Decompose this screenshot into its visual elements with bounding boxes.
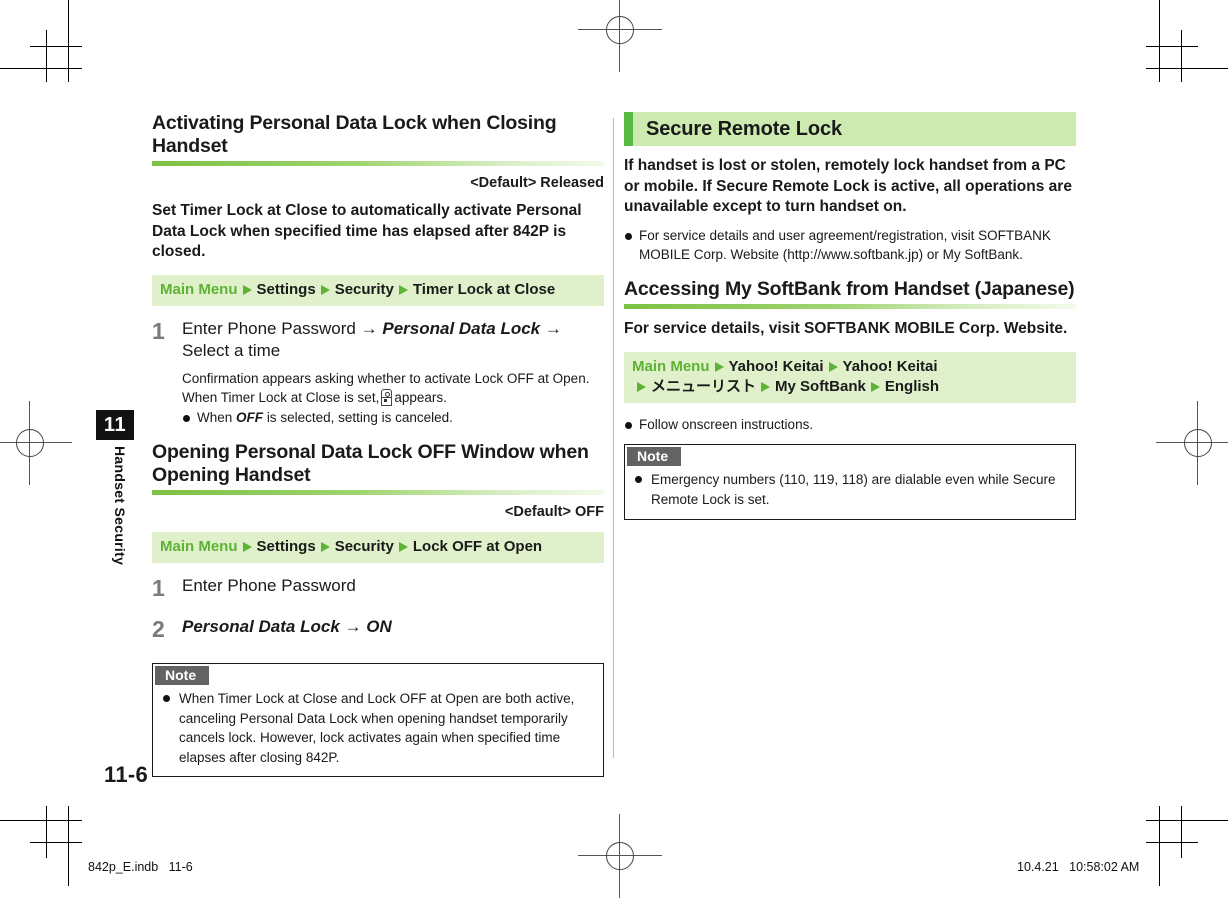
registration-mark-right <box>1156 401 1228 485</box>
section1-lead-text: Set Timer Lock at Close to automatically… <box>152 202 582 261</box>
arrow-icon: → <box>360 319 378 339</box>
step-text: Enter Phone Password → Personal Data Loc… <box>182 318 604 362</box>
left-column: Activating Personal Data Lock when Closi… <box>152 112 604 778</box>
manual-page: 11 Handset Security Activating Personal … <box>0 0 1228 898</box>
chevron-right-icon <box>398 284 408 295</box>
registration-mark-bottom <box>578 814 662 898</box>
step-text: Enter Phone Password <box>182 575 356 595</box>
step-number: 2 <box>152 615 165 642</box>
footer-file-slug: 842p_E.indb 11-6 <box>88 860 193 874</box>
path-line-2: メニューリスト My SoftBank English <box>632 377 1068 397</box>
note-body: When Timer Lock at Close and Lock OFF at… <box>153 685 603 776</box>
path-item-4: My SoftBank <box>775 378 866 395</box>
right-note-box: Note Emergency numbers (110, 119, 118) a… <box>624 444 1076 520</box>
column-divider <box>613 118 614 758</box>
step-text: Personal Data Lock → ON <box>182 616 392 636</box>
section-banner: Secure Remote Lock <box>624 112 1076 146</box>
note-item: When Timer Lock at Close and Lock OFF at… <box>162 689 593 767</box>
registration-mark-left <box>0 401 72 485</box>
section2-heading: Opening Personal Data Lock OFF Window wh… <box>152 440 589 486</box>
right-menu-path: Main Menu Yahoo! Keitai Yahoo! Keitai メニュー… <box>624 351 1076 404</box>
chevron-right-icon <box>761 382 771 392</box>
right-sub-heading: Accessing My SoftBank from Handset (Japa… <box>624 278 1075 301</box>
path-item-5: English <box>884 378 940 395</box>
sub-bullet-after: is selected, setting is canceled. <box>266 409 453 425</box>
section1-default-value: <Default> Released <box>470 175 604 191</box>
path-root-label: Main Menu <box>160 280 238 298</box>
path-root-label: Main Menu <box>160 537 238 555</box>
step-text-before: Enter Phone Password <box>182 319 356 339</box>
banner-accent-bar <box>624 112 633 146</box>
path-item-3: Timer Lock at Close <box>412 280 556 298</box>
chevron-right-icon <box>714 361 724 372</box>
section2-menu-path: Main Menu Settings Security Lock OFF at Ope… <box>152 531 604 563</box>
section2-step-1: 1 Enter Phone Password <box>152 575 604 600</box>
chevron-right-icon <box>242 541 252 552</box>
right-bullet-1: For service details and user agreement/r… <box>624 226 1076 264</box>
section2-default-value: <Default> OFF <box>504 503 604 520</box>
path-item-1: Settings <box>256 280 316 298</box>
section1-menu-path: Main Menu Settings Security Timer Lock at C… <box>152 274 604 307</box>
path-root-label: Main Menu <box>632 357 710 375</box>
note-body: Emergency numbers (110, 119, 118) are di… <box>625 466 1075 518</box>
section2-step-2: 2 Personal Data Lock → ON <box>152 616 604 641</box>
page-number: 11-6 <box>104 762 149 787</box>
footer-timestamp: 10.4.21 10:58:02 AM <box>1017 860 1140 874</box>
chevron-right-icon <box>828 361 838 372</box>
section1-sub-note: Confirmation appears asking whether to a… <box>182 369 604 426</box>
step-number: 1 <box>152 574 165 601</box>
left-note-box: Note When Timer Lock at Close and Lock O… <box>152 662 604 778</box>
chevron-right-icon <box>870 382 880 392</box>
path-item-2: Security <box>334 280 394 298</box>
chevron-right-icon <box>242 284 252 295</box>
registration-mark-top <box>578 0 662 72</box>
path-line-1: Main Menu Yahoo! Keitai Yahoo! Keitai <box>632 357 1068 377</box>
sub-bullet-before: When <box>197 409 233 425</box>
section1-step-1: 1 Enter Phone Password → Personal Data L… <box>152 318 604 362</box>
chevron-right-icon <box>320 541 330 552</box>
chevron-right-icon <box>398 541 408 552</box>
sub-note-line-2: When Timer Lock at Close is set, appears. <box>182 388 604 407</box>
sub-bullet-italic: OFF <box>236 409 264 425</box>
sub-note-line-2-after: appears. <box>394 390 447 406</box>
section1-heading: Activating Personal Data Lock when Closi… <box>152 112 557 157</box>
right-follow-bullet: Follow onscreen instructions. <box>624 415 1076 434</box>
sub-note-bullet: When OFF is selected, setting is cancele… <box>182 408 604 427</box>
sub-note-line-2-before: When Timer Lock at Close is set, <box>182 390 380 406</box>
path-item-3: Lock OFF at Open <box>412 537 543 555</box>
right-column: Secure Remote Lock If handset is lost or… <box>624 112 1076 520</box>
section2-heading-rule <box>152 489 604 495</box>
chevron-right-icon <box>320 284 330 295</box>
timer-lock-icon <box>381 389 393 407</box>
section-banner-title: Secure Remote Lock <box>646 117 843 140</box>
chevron-right-icon <box>637 382 646 392</box>
sub-note-line-1: Confirmation appears asking whether to a… <box>182 371 590 387</box>
note-label: Note <box>155 665 210 685</box>
right-sub-lead: For service details, visit SOFTBANK MOBI… <box>624 320 1068 338</box>
note-item: Emergency numbers (110, 119, 118) are di… <box>634 470 1065 509</box>
arrow-icon: → <box>544 319 562 339</box>
step-number: 1 <box>152 318 165 345</box>
note-label: Note <box>627 447 682 467</box>
path-item-3: メニューリスト <box>651 378 757 395</box>
path-item-2: Security <box>334 537 394 555</box>
section1-heading-rule <box>152 161 604 166</box>
step-text-after: Select a time <box>182 341 281 361</box>
step-italic-term-1: Personal Data Lock <box>382 319 541 339</box>
chapter-title-vertical: Handset Security <box>112 446 128 566</box>
right-lead-text: If handset is lost or stolen, remotely l… <box>624 157 1072 216</box>
path-item-2: Yahoo! Keitai <box>842 357 938 375</box>
path-item-1: Yahoo! Keitai <box>728 357 824 375</box>
right-sub-heading-rule <box>624 304 1076 310</box>
path-item-1: Settings <box>256 537 316 555</box>
chapter-number-tab: 11 <box>96 410 134 440</box>
